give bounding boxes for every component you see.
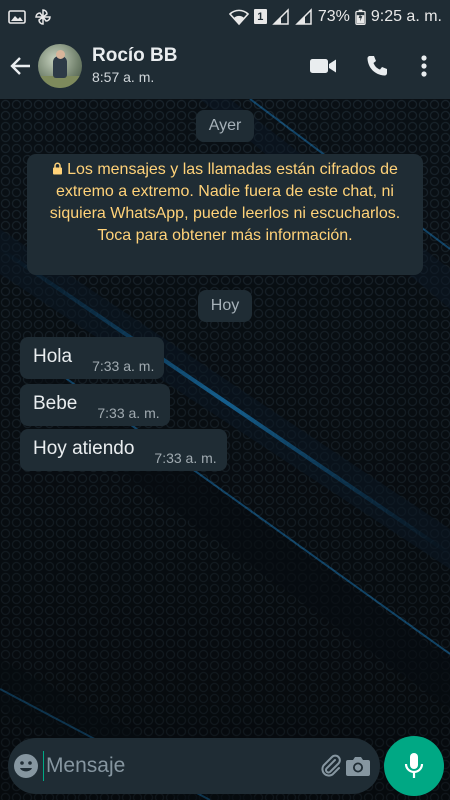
last-seen-status: 8:57 a. m. bbox=[92, 69, 155, 85]
incoming-message[interactable]: Hola 7:33 a. m. bbox=[20, 337, 165, 379]
date-chip-label: Ayer bbox=[208, 117, 242, 134]
date-chip-yesterday: Ayer bbox=[196, 110, 254, 142]
pinwheel-notification-icon bbox=[35, 8, 51, 25]
chat-header: Rocío BB 8:57 a. m. bbox=[0, 33, 450, 99]
date-chip-label: Hoy bbox=[210, 297, 240, 314]
clock: 9:25 a. m. bbox=[370, 7, 442, 25]
wifi-icon bbox=[228, 9, 249, 25]
attach-button[interactable] bbox=[317, 743, 345, 789]
message-text: Bebe bbox=[33, 393, 78, 414]
status-bar: 1 73% 9:25 a. m. bbox=[0, 0, 450, 33]
arrow-left-icon bbox=[10, 57, 30, 75]
sim-slot-badge: 1 bbox=[253, 9, 267, 24]
message-time: 7:33 a. m. bbox=[92, 358, 155, 374]
gallery-notification-icon bbox=[8, 9, 26, 24]
emoji-icon bbox=[14, 754, 39, 778]
video-call-button[interactable] bbox=[296, 44, 350, 88]
contact-avatar[interactable] bbox=[38, 44, 82, 88]
encryption-notice-text: Los mensajes y las llamadas están cifrad… bbox=[49, 161, 401, 244]
contact-name: Rocío BB bbox=[92, 45, 178, 66]
battery-percentage: 73% bbox=[317, 7, 350, 25]
more-options-button[interactable] bbox=[404, 44, 444, 88]
emoji-button[interactable] bbox=[12, 742, 41, 790]
voice-call-button[interactable] bbox=[350, 44, 404, 88]
message-composer bbox=[8, 738, 380, 794]
message-text: Hoy atiendo bbox=[33, 438, 135, 459]
camera-button[interactable] bbox=[344, 743, 372, 789]
video-camera-icon bbox=[310, 59, 336, 73]
paperclip-icon bbox=[321, 754, 341, 777]
lock-icon bbox=[53, 162, 63, 175]
message-input[interactable] bbox=[43, 746, 317, 786]
back-button[interactable] bbox=[4, 46, 38, 86]
microphone-icon bbox=[404, 753, 424, 778]
message-time: 7:33 a. m. bbox=[154, 450, 217, 466]
signal-strength-icon bbox=[272, 7, 289, 25]
encryption-notice[interactable]: Los mensajes y las llamadas están cifrad… bbox=[27, 154, 423, 275]
message-time: 7:33 a. m. bbox=[97, 405, 160, 421]
date-chip-today: Hoy bbox=[198, 290, 252, 322]
incoming-message[interactable]: Bebe 7:33 a. m. bbox=[20, 384, 170, 426]
contact-info[interactable]: Rocío BB 8:57 a. m. bbox=[92, 45, 178, 87]
incoming-message[interactable]: Hoy atiendo 7:33 a. m. bbox=[20, 429, 227, 471]
more-vertical-icon bbox=[421, 55, 427, 77]
signal-strength-2-icon bbox=[295, 7, 312, 25]
voice-message-button[interactable] bbox=[384, 736, 444, 796]
chat-area[interactable]: Ayer Los mensajes y las llamadas están c… bbox=[0, 99, 450, 800]
camera-icon bbox=[346, 757, 371, 776]
message-text: Hola bbox=[33, 346, 73, 367]
battery-charging-icon bbox=[355, 9, 366, 25]
phone-icon bbox=[367, 56, 387, 76]
